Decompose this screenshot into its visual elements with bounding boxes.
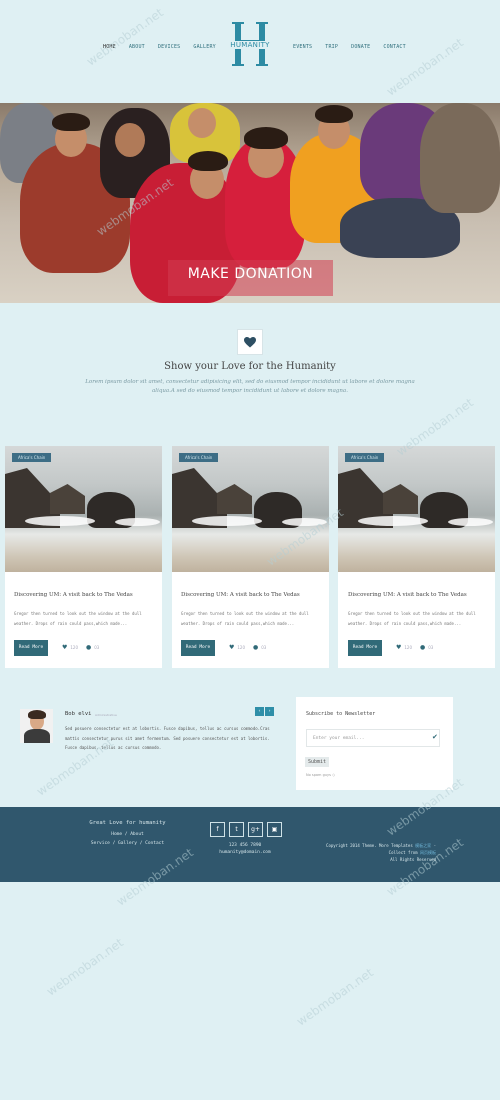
blog-card: Africa's Chain	[172, 446, 329, 668]
card-excerpt: Gregor then turned to look out the windo…	[14, 611, 142, 626]
nav-contact[interactable]: CONTACT	[383, 44, 405, 50]
blog-card: Africa's Chain	[338, 446, 495, 668]
collect-link[interactable]: 网页模板	[420, 850, 436, 855]
read-more-button[interactable]: Read More	[348, 640, 382, 656]
nav-left: HOME ABOUT DEVICES GALLERY	[103, 44, 229, 50]
heart-icon: ♥	[62, 644, 68, 651]
card-excerpt: Gregor then turned to look out the windo…	[348, 611, 476, 626]
nav-right: EVENTS TRIP DONATE CONTACT	[293, 44, 419, 50]
newsletter-placeholder: Enter your email...	[313, 736, 365, 741]
social-links: f t g+ ▣	[210, 822, 282, 837]
card-image[interactable]	[5, 446, 162, 572]
facebook-icon[interactable]: f	[210, 822, 225, 837]
card-title[interactable]: Discovering UM: A visit back to The Veda…	[181, 592, 300, 598]
hero-title[interactable]: MAKE DONATION	[168, 266, 333, 282]
instagram-icon[interactable]: ▣	[267, 822, 282, 837]
google-plus-icon[interactable]: g+	[248, 822, 263, 837]
testimonial-nav: ‹ ›	[255, 707, 274, 716]
footer-copyright: Copyright 2014 Theme. More Templates 模板之…	[326, 843, 436, 862]
intro-title: Show your Love for the Humanity	[164, 361, 336, 372]
nav-donate[interactable]: DONATE	[351, 44, 370, 50]
chevron-left-icon[interactable]: ‹	[255, 707, 264, 716]
card-image[interactable]	[172, 446, 329, 572]
card-likes[interactable]: ♥ 120	[62, 644, 78, 651]
avatar	[20, 709, 53, 743]
nav-events[interactable]: EVENTS	[293, 44, 312, 50]
nav-home[interactable]: HOME	[103, 44, 116, 50]
site-header: HOME ABOUT DEVICES GALLERY HUMANITY EVEN…	[0, 0, 500, 103]
newsletter-note: No spam guys :)	[306, 773, 335, 777]
submit-button[interactable]: Submit	[305, 757, 329, 767]
card-tag[interactable]: Africa's Chain	[179, 453, 219, 462]
twitter-icon[interactable]: t	[229, 822, 244, 837]
footer-links-1[interactable]: Home / About	[80, 832, 175, 837]
card-comments[interactable]: ● 03	[86, 644, 99, 651]
logo-text: HUMANITY	[228, 41, 272, 49]
heart-icon-box	[237, 329, 263, 355]
watermark: webmoban.net	[44, 935, 126, 999]
card-tag[interactable]: Africa's Chain	[12, 453, 52, 462]
card-comments[interactable]: ● 03	[253, 644, 266, 651]
heart-icon: ♥	[229, 644, 235, 651]
card-title[interactable]: Discovering UM: A visit back to The Veda…	[348, 592, 467, 598]
card-excerpt: Gregor then turned to look out the windo…	[181, 611, 309, 626]
footer-title: Great Love for humanity	[89, 820, 166, 826]
testimonial-role: Administrative	[95, 713, 117, 717]
logo[interactable]: HUMANITY	[228, 22, 272, 68]
nav-trip[interactable]: TRIP	[325, 44, 338, 50]
read-more-button[interactable]: Read More	[14, 640, 48, 656]
intro-text: Lorem ipsum dolor sit amet, consectetur …	[85, 379, 415, 394]
heart-icon	[244, 336, 256, 347]
heart-icon: ♥	[396, 644, 402, 651]
chevron-right-icon[interactable]: ›	[265, 707, 274, 716]
footer-links-2[interactable]: Service / Gallery / Contact	[80, 841, 175, 846]
testimonial-name: Bob elvi	[65, 711, 92, 717]
card-likes[interactable]: ♥ 120	[229, 644, 245, 651]
comment-icon: ●	[86, 644, 92, 651]
testimonial-text: Sed posuere consectetur est at lobortis.…	[65, 726, 270, 750]
card-likes[interactable]: ♥ 120	[396, 644, 412, 651]
comment-icon: ●	[420, 644, 426, 651]
read-more-button[interactable]: Read More	[181, 640, 215, 656]
nav-gallery[interactable]: GALLERY	[193, 44, 215, 50]
card-image[interactable]	[338, 446, 495, 572]
footer-email[interactable]: humanity@domain.com	[205, 850, 285, 855]
hero-banner: MAKE DONATION	[0, 103, 500, 303]
check-icon[interactable]: ✔	[432, 733, 438, 741]
nav-devices[interactable]: DEVICES	[158, 44, 180, 50]
comment-icon: ●	[253, 644, 259, 651]
watermark: webmoban.net	[294, 965, 376, 1029]
nav-about[interactable]: ABOUT	[129, 44, 145, 50]
card-comments[interactable]: ● 03	[420, 644, 433, 651]
newsletter-title: Subscribe to Newsletter	[306, 711, 376, 717]
card-tag[interactable]: Africa's Chain	[345, 453, 385, 462]
footer-phone: 123 456 7890	[228, 843, 262, 848]
card-title[interactable]: Discovering UM: A visit back to The Veda…	[14, 592, 133, 598]
blog-card: Africa's Chain	[5, 446, 162, 668]
templates-link[interactable]: 模板之家	[415, 843, 431, 848]
